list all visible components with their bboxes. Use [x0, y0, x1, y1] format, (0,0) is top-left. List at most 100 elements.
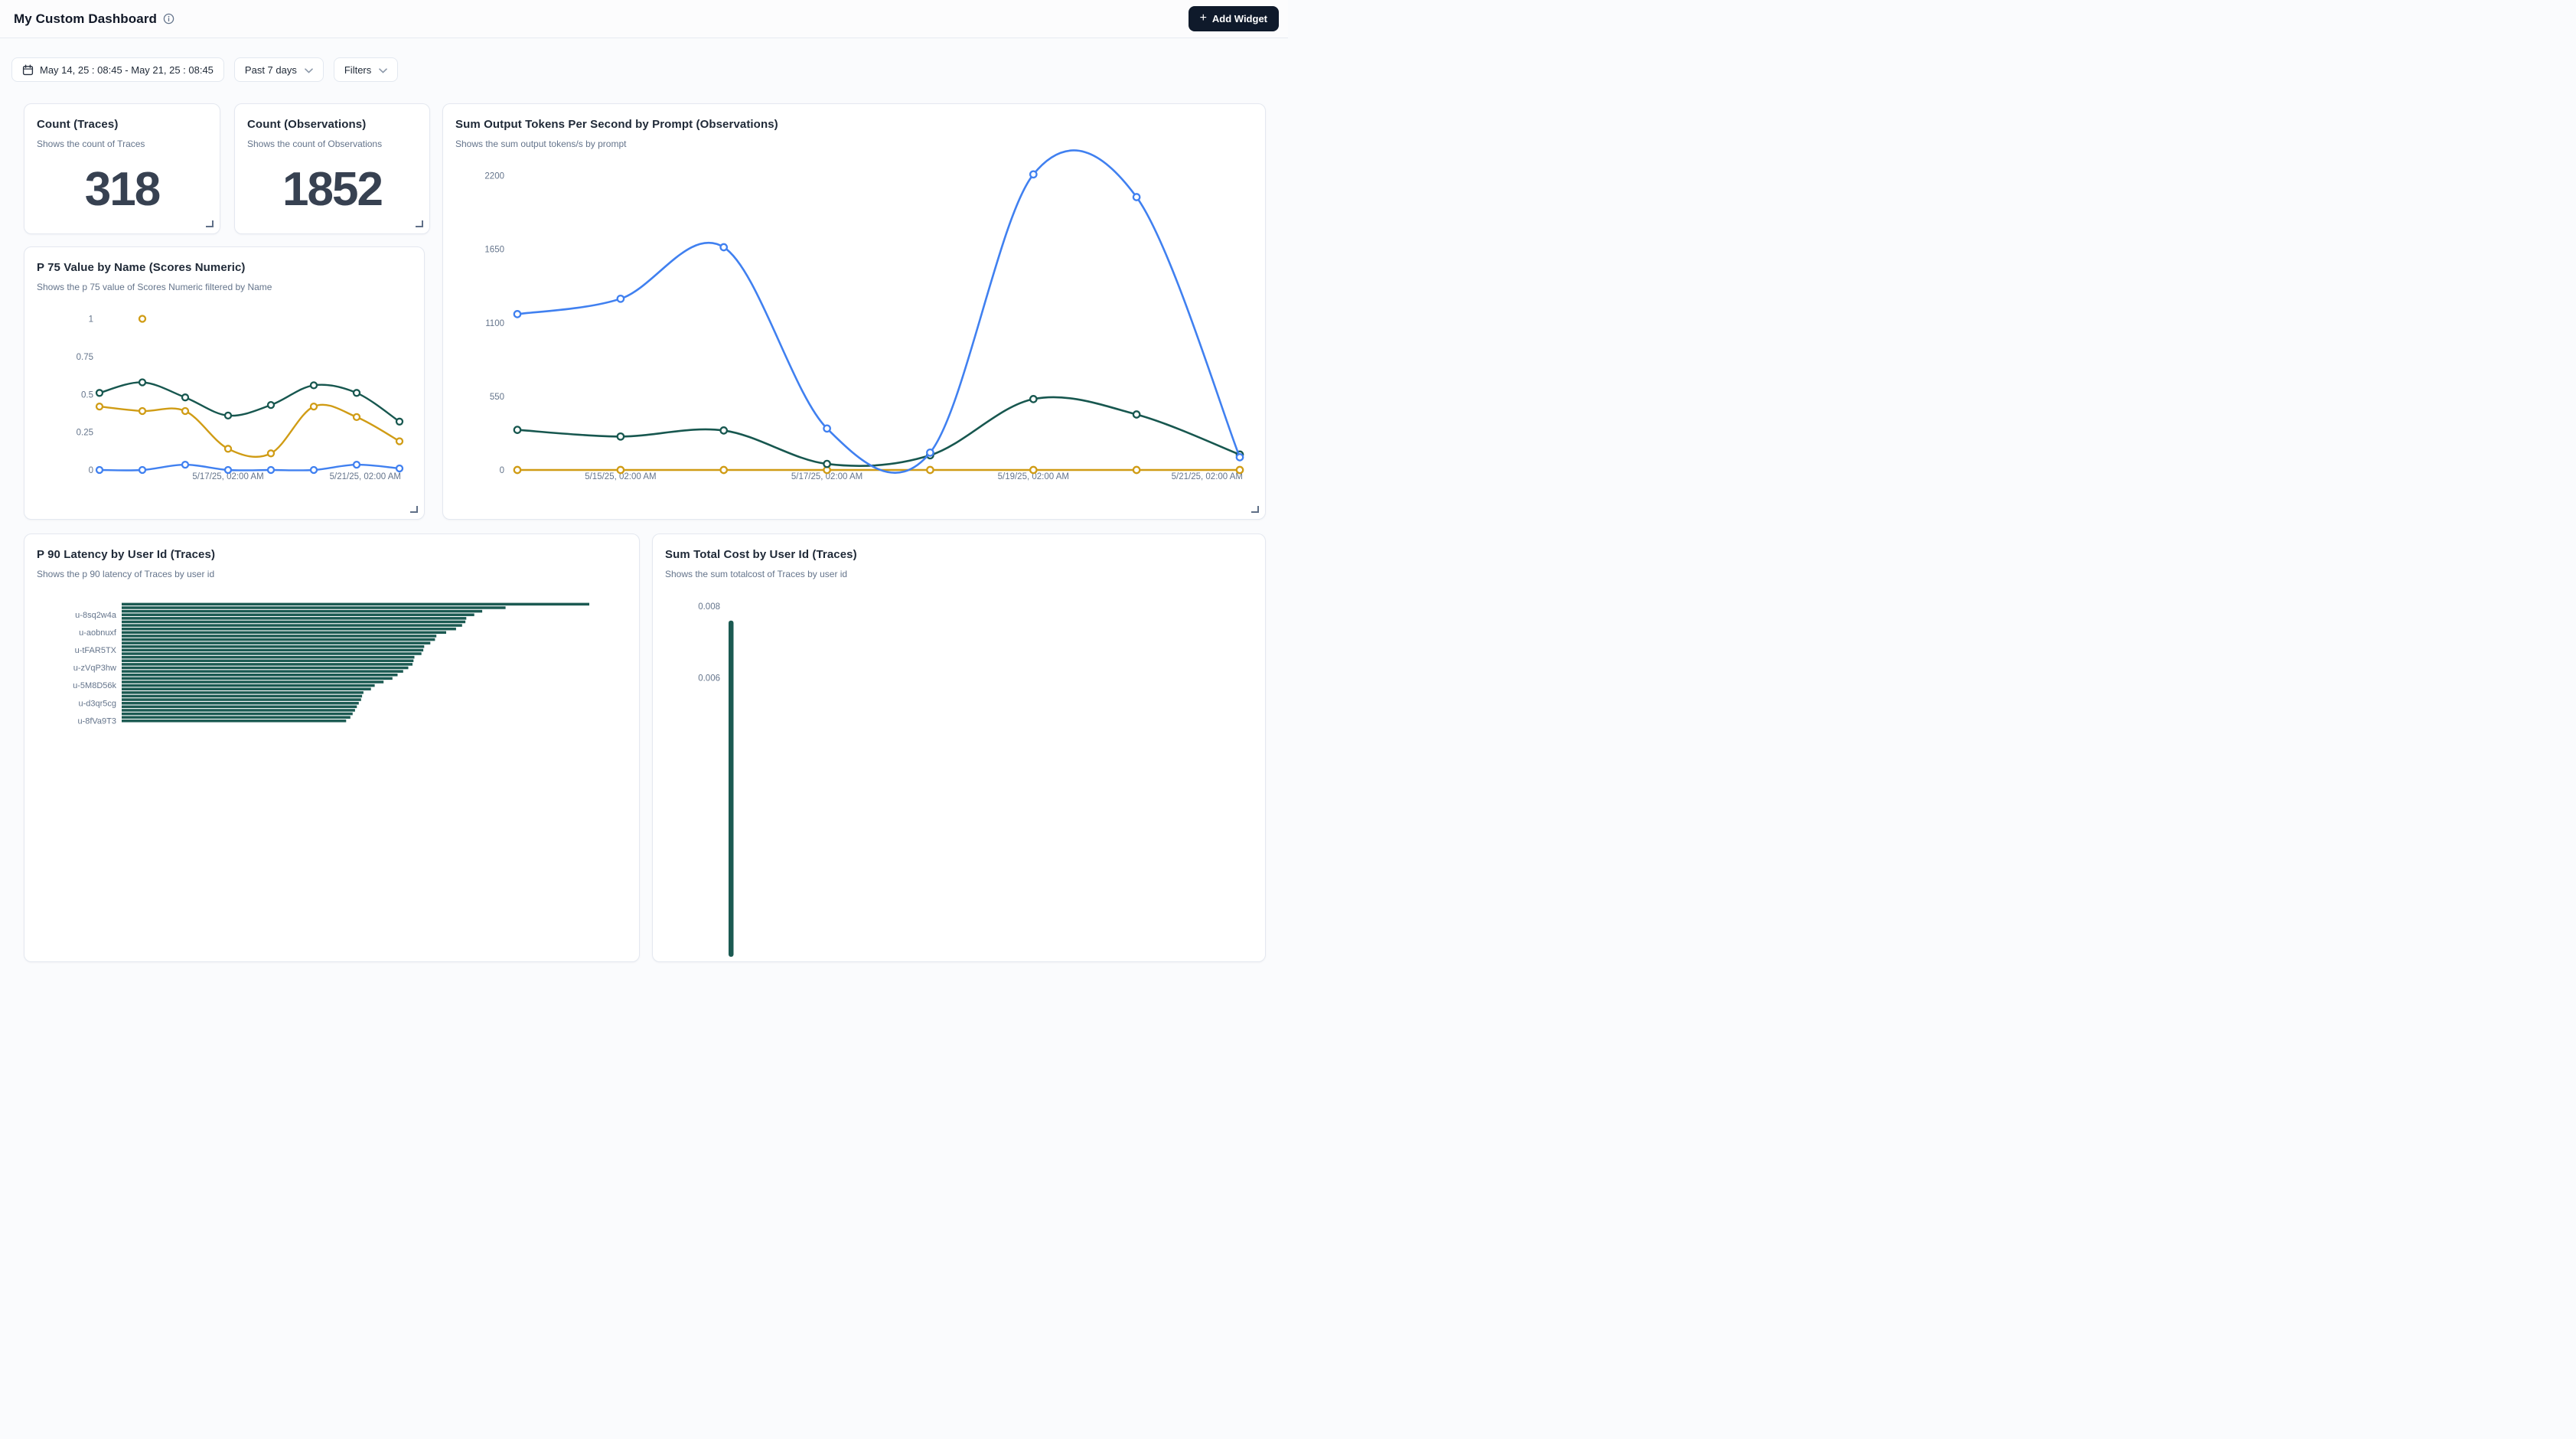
bar[interactable]: [122, 613, 474, 616]
data-point[interactable]: [96, 390, 103, 396]
data-point[interactable]: [354, 390, 360, 396]
bar[interactable]: [122, 652, 422, 655]
bar[interactable]: [122, 610, 482, 613]
data-point[interactable]: [514, 426, 520, 432]
data-point[interactable]: [96, 467, 103, 473]
p75-line-chart[interactable]: 00.250.50.7515/17/25, 02:00 AM5/21/25, 0…: [24, 308, 426, 492]
bar[interactable]: [122, 621, 465, 624]
p90-bar-chart[interactable]: u-8sq2w4au-aobnuxfu-tFAR5TXu-zVqP3hwu-5M…: [24, 597, 641, 957]
data-point[interactable]: [396, 419, 403, 425]
bar[interactable]: [122, 720, 346, 723]
add-widget-button[interactable]: + Add Widget: [1189, 6, 1279, 31]
bar[interactable]: [122, 716, 351, 719]
data-point[interactable]: [354, 462, 360, 468]
filters-dropdown[interactable]: Filters: [334, 57, 398, 82]
bar[interactable]: [122, 709, 355, 712]
data-point[interactable]: [182, 408, 188, 414]
data-point[interactable]: [1237, 454, 1243, 460]
bar[interactable]: [122, 617, 466, 620]
bar[interactable]: [122, 667, 409, 670]
bar[interactable]: [122, 649, 423, 652]
data-point[interactable]: [823, 426, 830, 432]
bar[interactable]: [122, 674, 398, 677]
bar[interactable]: [122, 680, 383, 684]
bar[interactable]: [122, 638, 435, 641]
bar[interactable]: [122, 687, 371, 690]
bar[interactable]: [122, 691, 364, 694]
data-point[interactable]: [618, 433, 624, 439]
data-point[interactable]: [927, 467, 933, 473]
data-point[interactable]: [139, 316, 145, 322]
data-point[interactable]: [514, 467, 520, 473]
data-point[interactable]: [1030, 396, 1036, 402]
range-preset-dropdown[interactable]: Past 7 days: [234, 57, 324, 82]
data-point[interactable]: [721, 244, 727, 250]
data-point[interactable]: [311, 403, 317, 410]
data-point[interactable]: [1133, 194, 1140, 200]
data-point[interactable]: [927, 449, 933, 455]
widget-p90-latency[interactable]: P 90 Latency by User Id (Traces) Shows t…: [24, 534, 640, 962]
bar[interactable]: [122, 645, 424, 648]
bar[interactable]: [122, 663, 412, 666]
data-point[interactable]: [139, 467, 145, 473]
bar[interactable]: [122, 684, 375, 687]
data-point[interactable]: [96, 403, 103, 410]
widget-count-traces[interactable]: Count (Traces) Shows the count of Traces…: [24, 103, 220, 234]
bar[interactable]: [729, 621, 734, 957]
data-point[interactable]: [514, 311, 520, 317]
data-point[interactable]: [1237, 467, 1243, 473]
bar[interactable]: [122, 656, 415, 659]
data-point[interactable]: [182, 462, 188, 468]
bar[interactable]: [122, 702, 359, 705]
data-point[interactable]: [225, 445, 231, 452]
resize-handle-icon[interactable]: [206, 220, 214, 227]
data-point[interactable]: [1133, 411, 1140, 417]
resize-handle-icon[interactable]: [416, 220, 423, 227]
data-point[interactable]: [311, 467, 317, 473]
data-point[interactable]: [1133, 467, 1140, 473]
bar[interactable]: [122, 635, 436, 638]
data-point[interactable]: [268, 450, 274, 456]
bar[interactable]: [122, 624, 462, 627]
bar[interactable]: [122, 670, 403, 673]
data-point[interactable]: [396, 439, 403, 445]
data-point[interactable]: [139, 380, 145, 386]
data-point[interactable]: [225, 467, 231, 473]
data-point[interactable]: [396, 465, 403, 472]
info-icon[interactable]: [163, 13, 174, 24]
bar[interactable]: [122, 698, 361, 701]
data-point[interactable]: [721, 427, 727, 433]
date-range-picker[interactable]: May 14, 25 : 08:45 - May 21, 25 : 08:45: [11, 57, 224, 82]
data-point[interactable]: [225, 413, 231, 419]
bar[interactable]: [122, 695, 362, 698]
bar[interactable]: [122, 641, 430, 644]
tokens-line-chart[interactable]: 05501100165022005/15/25, 02:00 AM5/17/25…: [443, 165, 1267, 494]
bar[interactable]: [122, 706, 357, 709]
data-point[interactable]: [618, 467, 624, 473]
cost-bar-chart[interactable]: 0.0080.006: [653, 597, 1267, 957]
bar[interactable]: [122, 713, 353, 716]
data-point[interactable]: [354, 414, 360, 420]
data-point[interactable]: [268, 467, 274, 473]
widget-tokens-per-second[interactable]: Sum Output Tokens Per Second by Prompt (…: [442, 103, 1266, 520]
bar[interactable]: [122, 603, 589, 606]
data-point[interactable]: [268, 402, 274, 408]
resize-handle-icon[interactable]: [410, 506, 418, 513]
data-point[interactable]: [182, 394, 188, 400]
widget-count-observations[interactable]: Count (Observations) Shows the count of …: [234, 103, 430, 234]
widget-total-cost[interactable]: Sum Total Cost by User Id (Traces) Shows…: [652, 534, 1266, 962]
bar[interactable]: [122, 660, 413, 663]
data-point[interactable]: [311, 382, 317, 388]
bar[interactable]: [122, 677, 393, 680]
data-point[interactable]: [721, 467, 727, 473]
data-point[interactable]: [139, 408, 145, 414]
bar[interactable]: [122, 606, 506, 609]
data-point[interactable]: [823, 461, 830, 467]
data-point[interactable]: [1030, 467, 1036, 473]
widget-p75-scores[interactable]: P 75 Value by Name (Scores Numeric) Show…: [24, 246, 425, 520]
bar[interactable]: [122, 631, 446, 635]
data-point[interactable]: [1030, 171, 1036, 178]
resize-handle-icon[interactable]: [1251, 506, 1259, 513]
data-point[interactable]: [618, 295, 624, 302]
bar[interactable]: [122, 628, 456, 631]
